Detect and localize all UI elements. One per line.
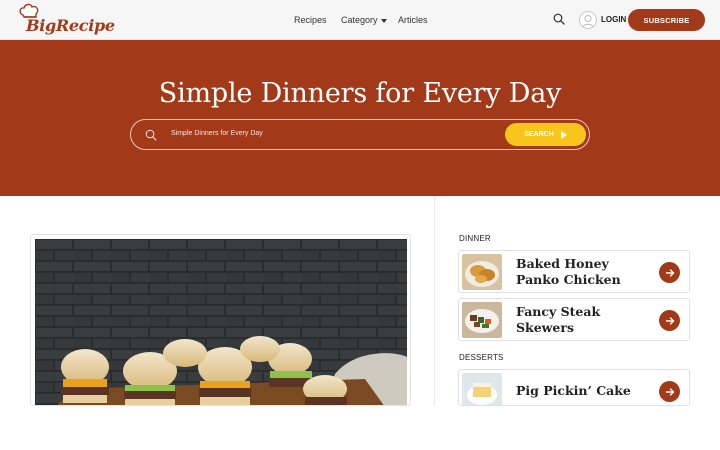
column-divider [434, 196, 435, 406]
recipe-thumbnail [462, 373, 502, 405]
recipe-title[interactable]: Pig Pickin’ Cake [516, 383, 656, 399]
section-label-desserts: DESSERTS [459, 353, 504, 362]
recipe-card[interactable]: Fancy Steak Skewers [458, 298, 690, 341]
arrow-right-icon [665, 268, 674, 277]
page-title: Simple Dinners for Every Day [158, 78, 562, 109]
brand-logo[interactable]: BigRecipe [16, 3, 115, 37]
recipe-thumbnail [462, 254, 502, 290]
subscribe-button[interactable]: SUBSCRIBE [628, 9, 705, 31]
recipe-thumbnail [462, 302, 502, 338]
caret-down-icon [380, 18, 387, 23]
recipe-title[interactable]: Baked Honey Panko Chicken [516, 256, 656, 288]
nav-recipes[interactable]: Recipes [294, 15, 327, 25]
featured-recipe-image [35, 239, 407, 405]
section-label-dinner: DINNER [459, 234, 491, 243]
recipe-card[interactable]: Baked Honey Panko Chicken [458, 250, 690, 293]
site-header: BigRecipe Recipes Category Articles LOGI… [0, 0, 720, 40]
search-icon [145, 129, 157, 141]
arrow-right-icon [665, 316, 674, 325]
open-recipe-button[interactable] [659, 262, 680, 283]
search-icon[interactable] [553, 13, 565, 25]
hero-search-bar[interactable]: Simple Dinners for Every Day SEARCH [130, 119, 590, 150]
open-recipe-button[interactable] [659, 381, 680, 402]
play-icon [560, 130, 567, 139]
nav-category-label: Category [341, 15, 378, 25]
user-icon [582, 15, 594, 28]
brand-name: BigRecipe [26, 16, 115, 35]
nav-category[interactable]: Category [341, 15, 387, 25]
featured-recipe-card[interactable] [30, 234, 411, 406]
login-link[interactable]: LOGIN [601, 15, 626, 24]
arrow-right-icon [665, 387, 674, 396]
search-input[interactable]: Simple Dinners for Every Day [171, 130, 263, 137]
search-button[interactable]: SEARCH [505, 123, 586, 146]
user-avatar[interactable] [579, 11, 597, 29]
open-recipe-button[interactable] [659, 310, 680, 331]
search-button-label: SEARCH [524, 131, 554, 138]
recipe-title[interactable]: Fancy Steak Skewers [516, 304, 656, 336]
hero-banner [0, 40, 720, 196]
nav-articles[interactable]: Articles [398, 15, 428, 25]
recipe-card[interactable]: Pig Pickin’ Cake [458, 369, 690, 406]
